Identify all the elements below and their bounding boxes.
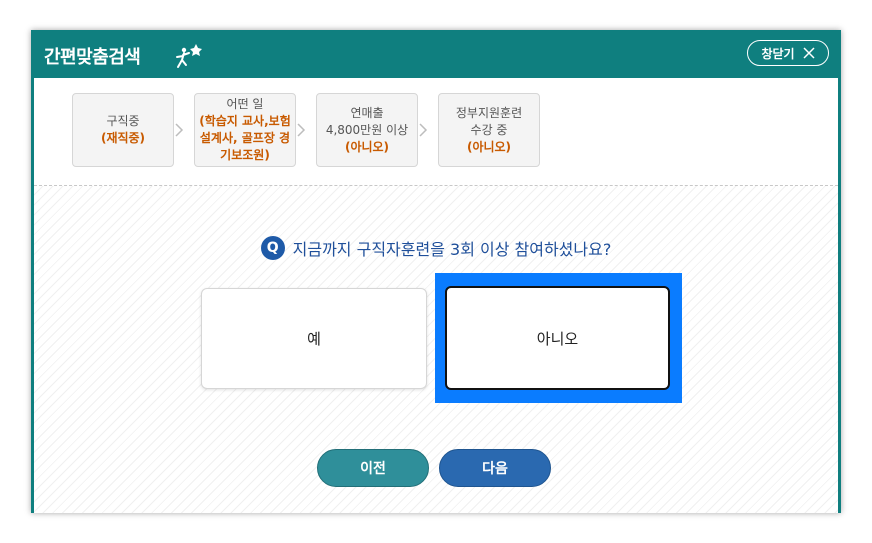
step-government-training: 정부지원훈련 수강 중 (아니오): [438, 93, 540, 167]
answer-yes-button[interactable]: 예: [201, 288, 427, 389]
search-modal: 간편맞춤검색 창닫기 구직중 (재직중) 어떤 일 (학습지 교사,보험 설계사…: [31, 30, 841, 513]
step-annual-revenue: 연매출 4,800만원 이상 (아니오): [316, 93, 418, 167]
step-value: (아니오): [466, 139, 512, 154]
close-button[interactable]: 창닫기: [747, 40, 829, 66]
step-value: (아니오): [344, 139, 390, 154]
step-value: (학습지 교사,보험: [199, 114, 291, 128]
answer-no-label: 아니오: [536, 329, 579, 348]
step-job-type: 어떤 일 (학습지 교사,보험 설계사, 골프장 경 기보조원): [194, 93, 296, 167]
next-button-label: 다음: [482, 461, 508, 477]
modal-title: 간편맞춤검색: [44, 47, 141, 68]
chevron-right-icon: [297, 123, 306, 137]
close-button-label: 창닫기: [761, 46, 795, 61]
step-label: 수강 중: [470, 122, 508, 137]
question-badge-icon: Q: [260, 236, 285, 260]
step-label: 연매출: [350, 105, 384, 120]
running-person-icon: [176, 44, 202, 68]
chevron-right-icon: [419, 123, 428, 137]
chevron-right-icon: [175, 123, 184, 137]
previous-button-label: 이전: [360, 461, 386, 477]
answer-no-button[interactable]: 아니오: [445, 286, 670, 390]
step-value: 설계사, 골프장 경: [199, 131, 291, 145]
previous-button[interactable]: 이전: [317, 449, 429, 487]
question: Q 지금까지 구직자훈련을 3회 이상 참여하셨나요?: [31, 236, 841, 260]
modal-header: 간편맞춤검색 창닫기: [31, 30, 841, 78]
step-label: 4,800만원 이상: [325, 122, 409, 137]
left-border: [31, 78, 34, 513]
step-value: 기보조원): [220, 148, 270, 162]
next-button[interactable]: 다음: [439, 449, 551, 487]
step-label: 구직중: [106, 114, 140, 128]
step-job-status: 구직중 (재직중): [72, 93, 174, 167]
step-label: 어떤 일: [226, 97, 264, 111]
question-text: 지금까지 구직자훈련을 3회 이상 참여하셨나요?: [292, 240, 612, 259]
close-icon: [803, 47, 815, 59]
answer-yes-label: 예: [307, 330, 321, 348]
right-border: [838, 78, 841, 513]
step-value: (재직중): [100, 131, 146, 145]
step-label: 정부지원훈련: [455, 105, 523, 120]
